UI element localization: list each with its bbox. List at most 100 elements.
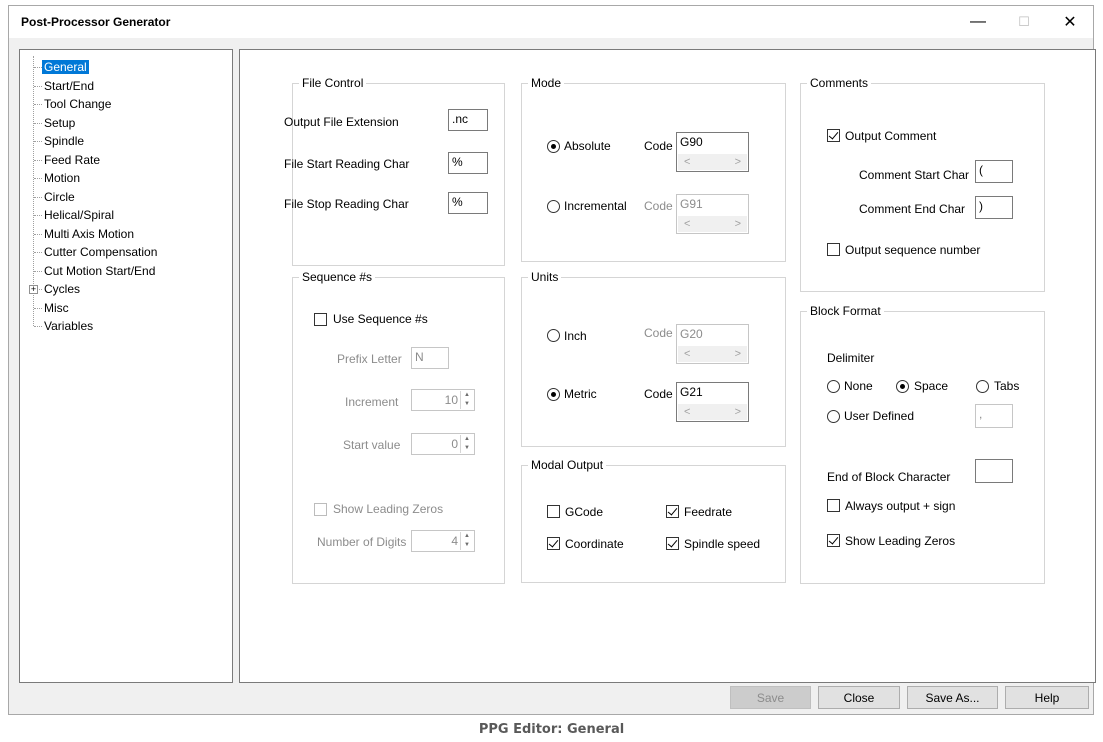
start-value-label: Start value [343, 438, 401, 452]
tree-branch-line [34, 270, 42, 272]
eob-char-input[interactable] [975, 459, 1013, 483]
increment-label: Increment [345, 395, 399, 409]
tree-branch-line [34, 178, 42, 179]
coordinate-checkbox[interactable] [547, 537, 560, 550]
absolute-label: Absolute [564, 139, 611, 153]
minimize-icon[interactable]: — [955, 6, 1001, 38]
tree-item-label: Setup [44, 115, 76, 130]
sequence-group: Sequence #s Use Sequence #s Prefix Lette… [292, 270, 505, 584]
tree-branch-line [34, 67, 42, 68]
user-defined-radio[interactable] [827, 410, 840, 423]
absolute-code-input[interactable]: G90 < > [676, 132, 749, 172]
tree-item-variables[interactable]: Variables [42, 317, 95, 335]
incremental-radio[interactable] [547, 200, 560, 213]
save-button: Save [730, 686, 811, 709]
tree-item-helical-spiral[interactable]: Helical/Spiral [42, 206, 116, 224]
digits-stepper: 4 ▲ ▼ [411, 530, 475, 552]
output-comment-checkbox[interactable] [827, 129, 840, 142]
output-ext-input[interactable]: .nc [448, 109, 488, 131]
tree-item-feed-rate[interactable]: Feed Rate [42, 151, 102, 169]
window-title: Post-Processor Generator [21, 15, 171, 29]
scroll-left-icon: < [684, 218, 691, 230]
comment-end-input[interactable]: ) [975, 196, 1013, 219]
metric-code-value: G21 [680, 385, 703, 399]
tree-item-label: General [42, 60, 89, 74]
always-sign-checkbox[interactable] [827, 499, 840, 512]
tree-branch-line [34, 233, 42, 235]
tree-item-cycles[interactable]: Cycles [42, 280, 82, 298]
always-sign-label: Always output + sign [845, 499, 956, 513]
tree-item-multi-axis-motion[interactable]: Multi Axis Motion [42, 225, 136, 243]
navigation-tree[interactable]: General Start/End Tool Change Setup Spindle F… [19, 49, 233, 683]
tree-branch-line [34, 122, 42, 124]
save-as-button[interactable]: Save As... [907, 686, 998, 709]
start-char-input[interactable]: % [448, 152, 488, 174]
spin-arrows-icon: ▲ ▼ [460, 532, 473, 550]
delimiter-none-label: None [844, 379, 873, 393]
tree-branch-line [34, 159, 42, 161]
tree-item-label: Circle [44, 189, 75, 204]
prefix-letter-input: N [411, 347, 449, 369]
delimiter-tabs-radio[interactable] [976, 380, 989, 393]
units-group: Units Inch Code G20 < > Metric Code G21 <… [521, 270, 786, 447]
incremental-code-label: Code [644, 199, 673, 213]
post-processor-window: Post-Processor Generator — ☐ ✕ General St… [8, 5, 1096, 715]
close-icon[interactable]: ✕ [1047, 6, 1093, 38]
scroll-left-icon: < [684, 406, 691, 418]
delimiter-space-radio[interactable] [896, 380, 909, 393]
inch-code-value: G20 [680, 327, 703, 341]
delimiter-label: Delimiter [827, 351, 875, 365]
tree-item-cutter-compensation[interactable]: Cutter Compensation [42, 243, 159, 261]
use-sequence-checkbox[interactable] [314, 313, 327, 326]
tree-item-spindle[interactable]: Spindle [42, 132, 86, 150]
block-format-group: Block Format Delimiter None Space Tabs U… [800, 304, 1045, 584]
output-seq-number-checkbox[interactable] [827, 243, 840, 256]
close-button[interactable]: Close [818, 686, 900, 709]
modal-output-title: Modal Output [528, 458, 607, 472]
eob-char-label: End of Block Character [827, 470, 951, 484]
absolute-radio[interactable] [547, 140, 560, 153]
absolute-code-value: G90 [680, 135, 703, 149]
horizontal-scrollbar[interactable]: < > [678, 154, 747, 170]
tree-branch-line [34, 141, 42, 142]
inch-radio[interactable] [547, 329, 560, 342]
delimiter-none-radio[interactable] [827, 380, 840, 393]
tree-item-start-end[interactable]: Start/End [42, 77, 96, 95]
spindle-speed-checkbox[interactable] [666, 537, 679, 550]
tree-item-circle[interactable]: Circle [42, 188, 77, 206]
prefix-letter-label: Prefix Letter [337, 352, 402, 366]
tree-item-label: Start/End [44, 78, 95, 93]
feedrate-checkbox[interactable] [666, 505, 679, 518]
tree-item-label: Variables [44, 319, 94, 333]
block-leading-zeros-checkbox[interactable] [827, 534, 840, 547]
metric-radio[interactable] [547, 388, 560, 401]
tree-item-motion[interactable]: Motion [42, 169, 82, 187]
expand-plus-icon[interactable]: + [29, 285, 38, 294]
tree-item-misc[interactable]: Misc [42, 299, 71, 317]
feedrate-label: Feedrate [684, 505, 733, 519]
gcode-checkbox[interactable] [547, 505, 560, 518]
digits-value: 4 [451, 534, 458, 548]
tree-item-label: Cut Motion Start/End [44, 263, 156, 278]
tree-item-setup[interactable]: Setup [42, 114, 77, 132]
file-control-title: File Control [299, 76, 367, 90]
tree-item-general[interactable]: General [42, 58, 89, 76]
tree-branch-line [34, 307, 42, 309]
seq-leading-zeros-label: Show Leading Zeros [333, 502, 444, 516]
tree-item-label: Cycles [44, 282, 81, 296]
help-button[interactable]: Help [1005, 686, 1089, 709]
tree-item-tool-change[interactable]: Tool Change [42, 95, 113, 113]
maximize-icon: ☐ [1018, 14, 1030, 29]
horizontal-scrollbar[interactable]: < > [678, 404, 747, 420]
comment-start-input[interactable]: ( [975, 160, 1013, 183]
metric-code-input[interactable]: G21 < > [676, 382, 749, 422]
scroll-right-icon: > [734, 348, 741, 360]
spindle-speed-label: Spindle speed [684, 537, 761, 551]
scroll-left-icon: < [684, 348, 691, 360]
stop-char-input[interactable]: % [448, 192, 488, 214]
tree-item-cut-motion-start-end[interactable]: Cut Motion Start/End [42, 262, 157, 280]
tree-branch-line [34, 215, 42, 216]
tree-branch-line [34, 104, 42, 105]
tree-branch-line [34, 252, 42, 253]
spin-arrows-icon: ▲ ▼ [460, 391, 473, 409]
